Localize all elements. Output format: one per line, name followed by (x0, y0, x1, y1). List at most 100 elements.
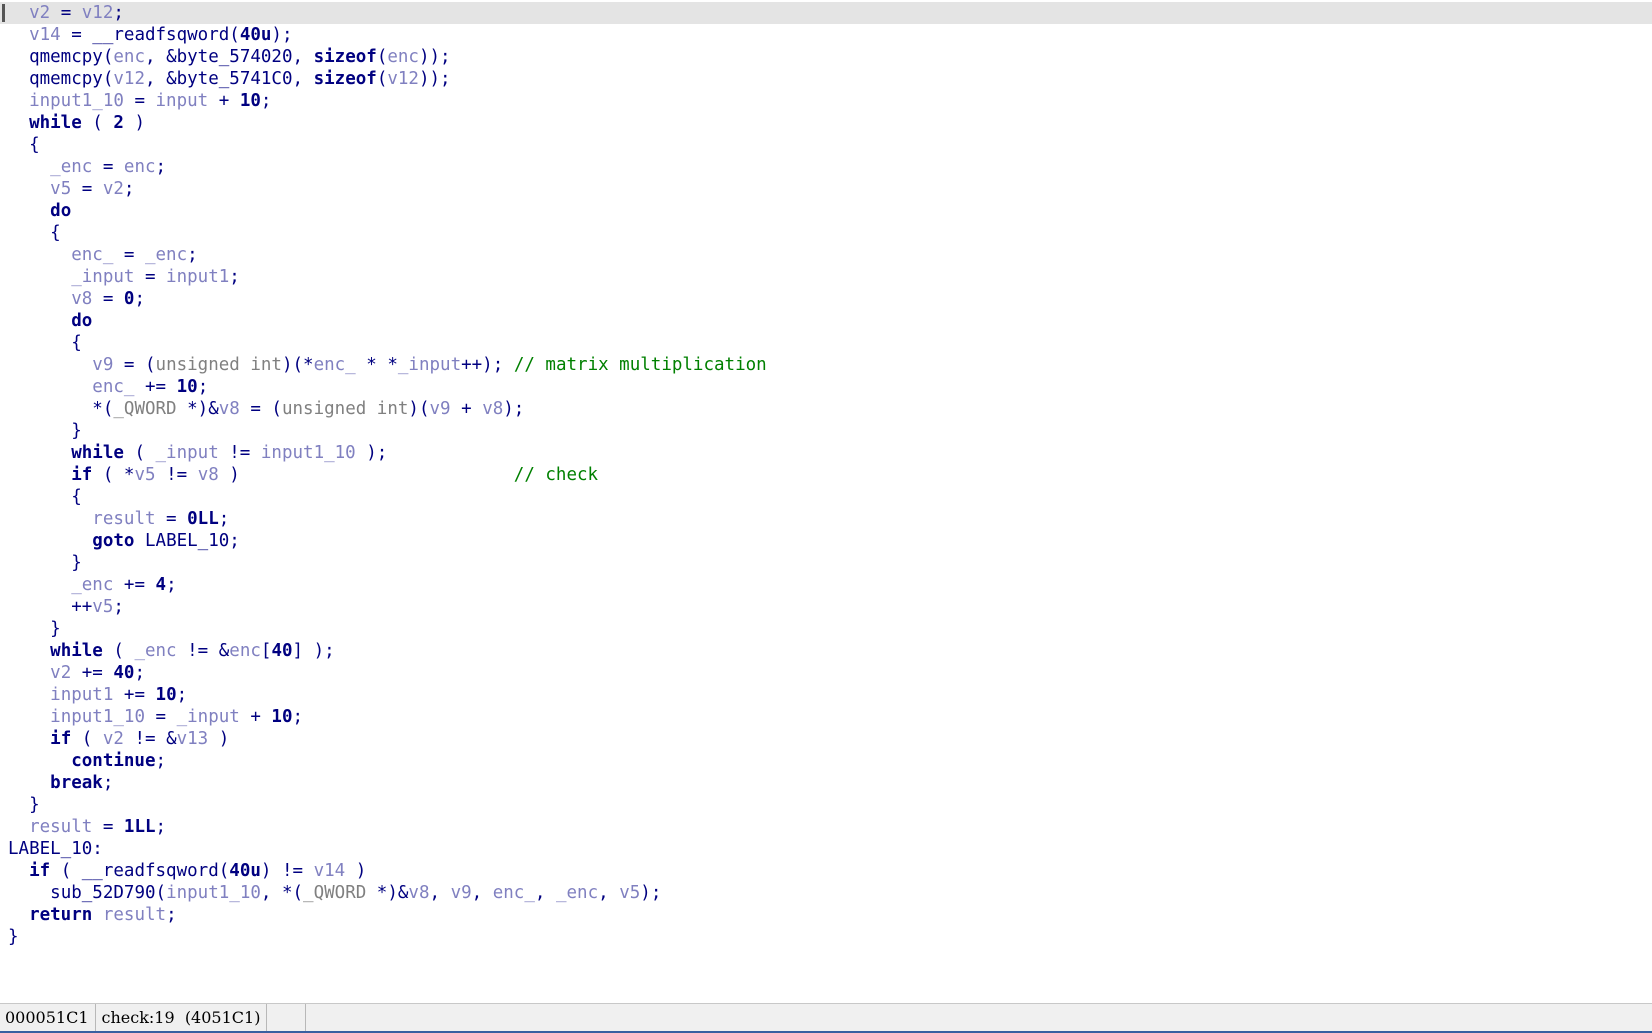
code-token-kw: while (29, 113, 82, 133)
code-line[interactable]: goto LABEL_10; (0, 530, 1652, 552)
code-line[interactable]: v5 = v2; (0, 178, 1652, 200)
status-location-cell: check:19 (4051C1) (96, 1004, 268, 1031)
code-token-var: v5 (50, 179, 72, 199)
code-line[interactable]: *(_QWORD *)&v8 = (unsigned int)(v9 + v8)… (0, 398, 1652, 420)
code-line[interactable]: qmemcpy(v12, &byte_5741C0, sizeof(v12)); (0, 68, 1652, 90)
code-line[interactable]: } (0, 618, 1652, 640)
code-token-punct: , (471, 883, 493, 903)
code-line[interactable]: v14 = __readfsqword(40u); (0, 24, 1652, 46)
code-line[interactable]: result = 1LL; (0, 816, 1652, 838)
code-line[interactable]: ++v5; (0, 596, 1652, 618)
code-line[interactable]: while ( 2 ) (0, 112, 1652, 134)
code-line[interactable]: v9 = (unsigned int)(*enc_ * *_input++); … (0, 354, 1652, 376)
code-line[interactable]: enc_ = _enc; (0, 244, 1652, 266)
code-line[interactable]: if ( *v5 != v8 ) // check (0, 464, 1652, 486)
code-line-text: v2 = v12; (0, 2, 124, 24)
code-token-punct: : (92, 839, 103, 859)
code-line[interactable]: input1_10 = _input + 10; (0, 706, 1652, 728)
code-token-punct: ; (218, 509, 230, 529)
code-line[interactable]: v8 = 0; (0, 288, 1652, 310)
code-token-punct (92, 905, 103, 925)
code-token-punct: = (71, 179, 103, 199)
code-token-punct: ; (155, 157, 167, 177)
code-line[interactable]: if ( __readfsqword(40u) != v14 ) (0, 860, 1652, 882)
code-line-text: if ( *v5 != v8 ) // check (0, 464, 598, 486)
code-token-punct: += (113, 575, 156, 595)
code-line[interactable]: v2 += 40; (0, 662, 1652, 684)
code-line[interactable]: _input = input1; (0, 266, 1652, 288)
code-token-var: input1_10 (166, 883, 261, 903)
code-line-text: result = 0LL; (0, 508, 229, 530)
code-line[interactable]: } (0, 552, 1652, 574)
code-token-var: input1_10 (260, 443, 356, 463)
code-line[interactable]: LABEL_10: (0, 838, 1652, 860)
code-token-punct: [ (260, 641, 272, 661)
code-token-var: enc_ (492, 883, 535, 903)
code-line[interactable]: { (0, 332, 1652, 354)
code-line[interactable]: while ( _input != input1_10 ); (0, 442, 1652, 464)
code-token-punct: { (71, 333, 82, 353)
code-line[interactable]: break; (0, 772, 1652, 794)
code-line-text: qmemcpy(v12, &byte_5741C0, sizeof(v12)); (0, 68, 451, 90)
code-line[interactable]: return result; (0, 904, 1652, 926)
code-token-kw: while (71, 443, 124, 463)
code-token-punct: != (155, 465, 198, 485)
code-line-text: } (0, 420, 82, 442)
code-line[interactable]: _enc += 4; (0, 574, 1652, 596)
code-line-text: if ( __readfsqword(40u) != v14 ) (0, 860, 366, 882)
code-line-text: while ( _enc != &enc[40] ); (0, 640, 335, 662)
ida-pseudocode-window: v2 = v12; v14 = __readfsqword(40u); qmem… (0, 0, 1652, 1033)
code-line[interactable]: v2 = v12; (0, 2, 1652, 24)
code-token-punct: } (8, 927, 19, 947)
code-token-punct: + (239, 707, 272, 727)
code-line[interactable]: do (0, 200, 1652, 222)
code-token-punct: = ( (239, 399, 282, 419)
code-line-text: _input = input1; (0, 266, 240, 288)
code-token-var: v8 (197, 465, 219, 485)
code-token-punct: ; (229, 531, 240, 551)
code-line-text: while ( 2 ) (0, 112, 145, 134)
code-line[interactable]: } (0, 420, 1652, 442)
code-token-var: enc (229, 641, 261, 661)
code-line[interactable]: } (0, 794, 1652, 816)
code-line[interactable]: while ( _enc != &enc[40] ); (0, 640, 1652, 662)
code-line[interactable]: { (0, 486, 1652, 508)
code-token-func: sub_52D790 (50, 883, 156, 903)
code-line[interactable]: { (0, 222, 1652, 244)
code-line[interactable]: enc_ += 10; (0, 376, 1652, 398)
code-token-var: _input (155, 443, 219, 463)
code-line-text: _enc = enc; (0, 156, 166, 178)
code-token-var: input (155, 91, 209, 111)
code-token-var: _input (176, 707, 240, 727)
code-token-var: _enc (71, 575, 114, 595)
code-line[interactable]: sub_52D790(input1_10, *(_QWORD *)&v8, v9… (0, 882, 1652, 904)
code-token-punct: , (292, 47, 314, 67)
code-token-num: 10 (176, 377, 198, 397)
code-token-punct: ; (229, 267, 240, 287)
code-line-text: ++v5; (0, 596, 124, 618)
code-line-text: input1_10 = input + 10; (0, 90, 271, 112)
code-line[interactable]: } (0, 926, 1652, 948)
code-line[interactable]: do (0, 310, 1652, 332)
code-line[interactable]: _enc = enc; (0, 156, 1652, 178)
code-token-var: input1 (166, 267, 230, 287)
code-token-func: qmemcpy (29, 69, 103, 89)
code-line-text: enc_ += 10; (0, 376, 208, 398)
code-line[interactable]: input1 += 10; (0, 684, 1652, 706)
code-token-punct: = (155, 509, 188, 529)
pseudocode-text-area[interactable]: v2 = v12; v14 = __readfsqword(40u); qmem… (0, 0, 1652, 1003)
code-token-punct: ; (260, 91, 272, 111)
code-line[interactable]: { (0, 134, 1652, 156)
code-line[interactable]: input1_10 = input + 10; (0, 90, 1652, 112)
code-token-type: _QWORD (303, 883, 367, 903)
code-token-punct: ) (123, 113, 145, 133)
code-token-punct: ) (345, 861, 367, 881)
code-token-kw: do (71, 311, 93, 331)
code-line[interactable]: result = 0LL; (0, 508, 1652, 530)
code-line[interactable]: if ( v2 != &v13 ) (0, 728, 1652, 750)
code-line-text: { (0, 134, 40, 156)
code-token-punct: = (60, 25, 93, 45)
code-line[interactable]: qmemcpy(enc, &byte_574020, sizeof(enc)); (0, 46, 1652, 68)
code-token-punct: = (92, 817, 124, 837)
code-line[interactable]: continue; (0, 750, 1652, 772)
